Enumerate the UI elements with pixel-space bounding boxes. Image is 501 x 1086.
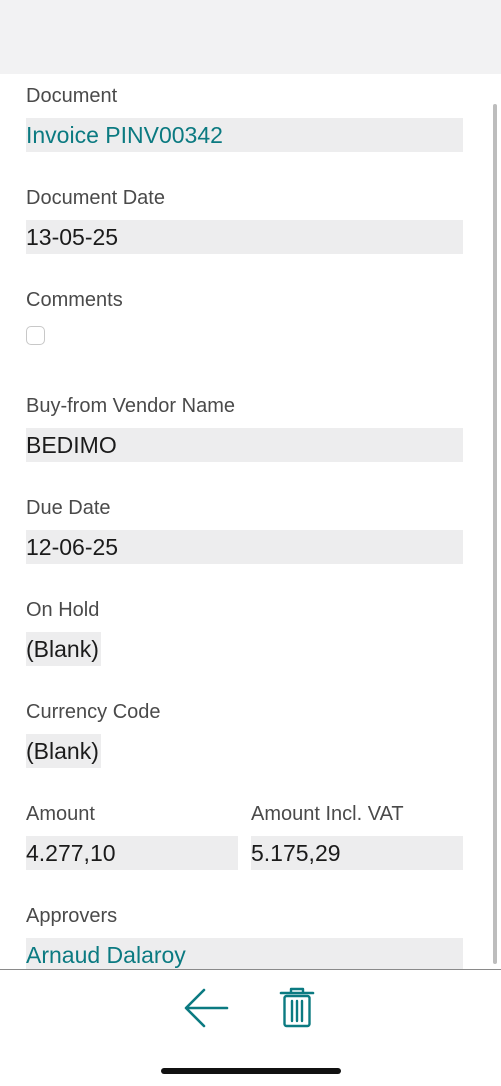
field-label: Buy-from Vendor Name: [26, 395, 235, 417]
field-vendor-name: Buy-from Vendor Name BEDIMO: [26, 394, 463, 462]
record-card: Document Invoice PINV00342 Document Date…: [0, 74, 501, 969]
amount-value[interactable]: 4.277,10: [26, 836, 238, 870]
field-label: Amount: [26, 803, 95, 825]
field-label: On Hold: [26, 599, 100, 621]
field-document: Document Invoice PINV00342: [26, 84, 463, 152]
field-amount: Amount 4.277,10: [26, 802, 238, 870]
scrollbar[interactable]: [493, 104, 497, 964]
vendor-name-value[interactable]: BEDIMO: [26, 428, 463, 462]
home-indicator[interactable]: [161, 1068, 341, 1074]
field-label: Amount Incl. VAT: [251, 803, 404, 825]
amount-incl-vat-value[interactable]: 5.175,29: [251, 836, 463, 870]
field-due-date: Due Date 12-06-25: [26, 496, 463, 564]
delete-button[interactable]: [273, 984, 321, 1032]
field-label: Comments: [26, 289, 123, 311]
due-date-value[interactable]: 12-06-25: [26, 530, 463, 564]
field-label: Approvers: [26, 905, 118, 927]
approvers-link[interactable]: Arnaud Dalaroy: [26, 938, 463, 969]
field-on-hold: On Hold (Blank): [26, 598, 101, 671]
field-label: Currency Code: [26, 701, 161, 723]
bottom-toolbar: [0, 970, 501, 1086]
arrow-left-icon: [184, 988, 229, 1028]
currency-code-value[interactable]: (Blank): [26, 734, 101, 768]
field-comments: Comments: [26, 288, 123, 345]
field-label: Due Date: [26, 497, 111, 519]
document-link[interactable]: Invoice PINV00342: [26, 118, 463, 152]
field-amount-incl-vat: Amount Incl. VAT 5.175,29: [251, 802, 463, 870]
field-currency-code: Currency Code (Blank): [26, 700, 161, 773]
field-label: Document Date: [26, 187, 165, 209]
field-label: Document: [26, 85, 118, 107]
comments-checkbox[interactable]: [26, 326, 45, 345]
header-bar: [0, 0, 501, 74]
field-approvers: Approvers Arnaud Dalaroy: [26, 904, 463, 969]
field-document-date: Document Date 13-05-25: [26, 186, 463, 254]
on-hold-value[interactable]: (Blank): [26, 632, 101, 666]
trash-icon: [279, 987, 315, 1028]
document-date-value[interactable]: 13-05-25: [26, 220, 463, 254]
back-button[interactable]: [182, 984, 230, 1032]
